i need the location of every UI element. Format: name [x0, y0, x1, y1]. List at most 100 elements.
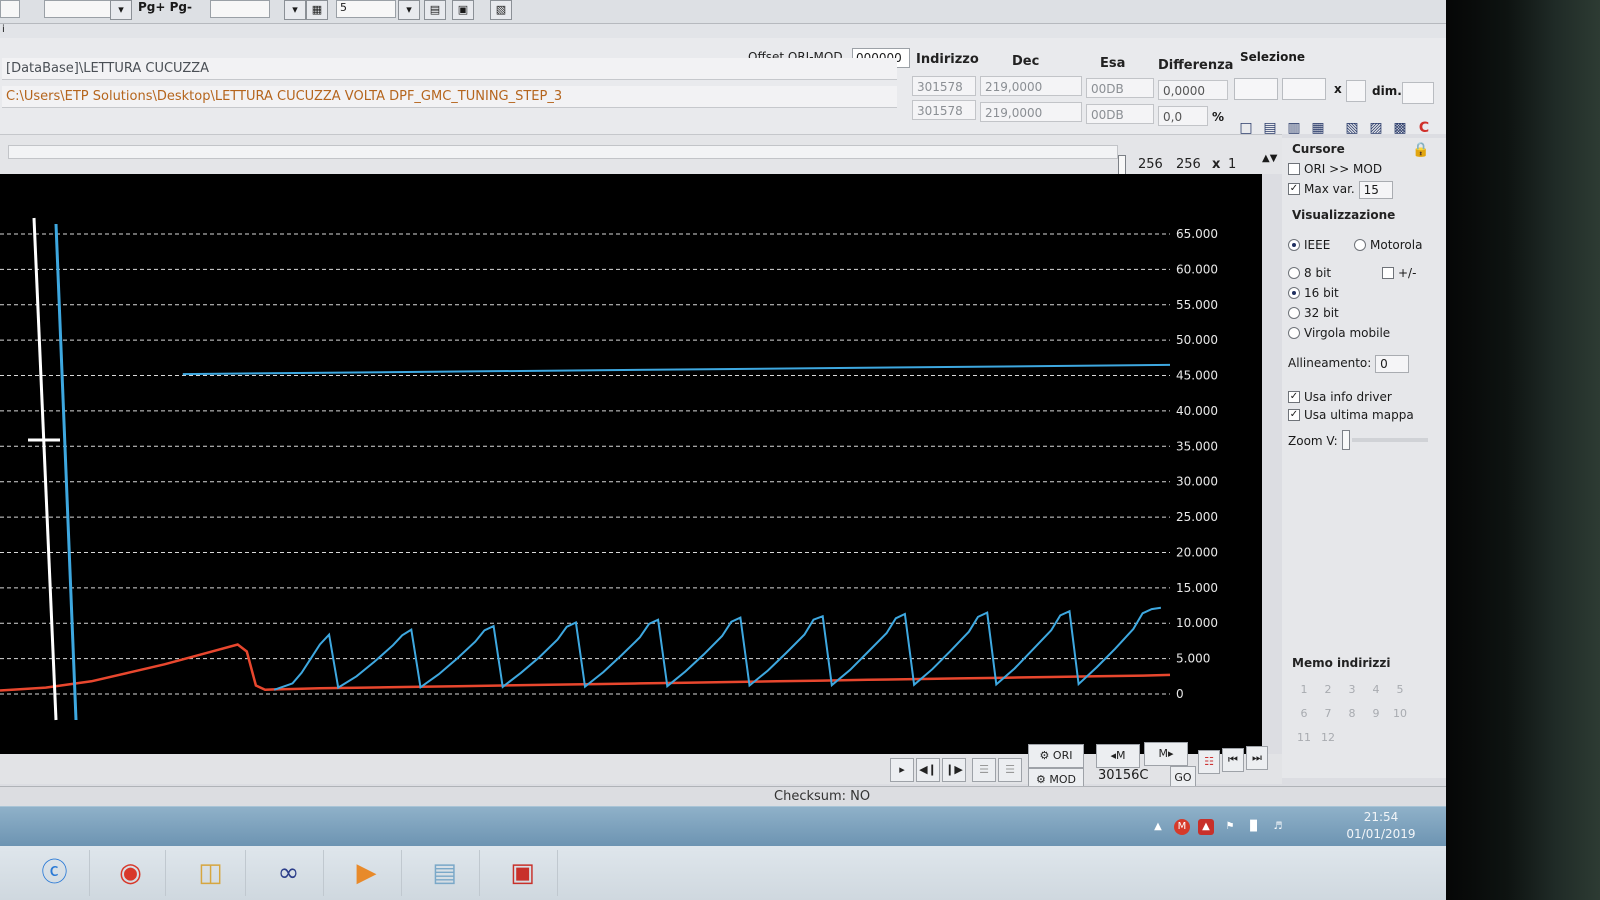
horizontal-scroll-track[interactable]: [8, 145, 1118, 159]
address-column-header: Indirizzo: [916, 52, 979, 67]
32bit-radio[interactable]: 32 bit: [1288, 304, 1339, 322]
use-driver-checkbox[interactable]: ✓ Usa info driver: [1288, 388, 1392, 406]
32bit-label: 32 bit: [1304, 306, 1339, 320]
ori-button[interactable]: ⚙ ORI: [1028, 744, 1084, 768]
reload-icon[interactable]: C: [1414, 118, 1434, 138]
cursor-line-blue[interactable]: [54, 223, 78, 721]
memo-slot-2[interactable]: 2: [1316, 678, 1340, 702]
app-tray-icon[interactable]: ▲: [1198, 819, 1214, 835]
zoom-v-label: Zoom V:: [1288, 434, 1338, 448]
align-right-icon[interactable]: ▥: [1284, 118, 1304, 138]
bottom-controls: ▸ ◀❙ ❙▶ ☰ ☰ ⚙ ORI ⚙ MOD ◂M M▸ 30156C GO …: [0, 742, 1282, 790]
max-var-row[interactable]: ✓ Max var. 15: [1288, 180, 1393, 199]
volume-icon[interactable]: ♬: [1270, 819, 1286, 835]
selection-start-field[interactable]: [1234, 78, 1278, 100]
text-icon[interactable]: ▧: [490, 0, 512, 20]
sign-checkbox[interactable]: +/-: [1382, 264, 1416, 282]
ori-mod-checkbox[interactable]: ORI >> MOD: [1288, 160, 1382, 178]
next-map-button[interactable]: M▸: [1144, 742, 1188, 766]
map-line-chart[interactable]: 0 5.000 10.000 15.000 20.000 25.000 30.000 35.0…: [0, 174, 1262, 754]
align-bottom-icon[interactable]: ▦: [1308, 118, 1328, 138]
hex-icon[interactable]: ▣: [452, 0, 474, 20]
list-icon[interactable]: ☰: [972, 758, 996, 782]
address-display[interactable]: 30156C: [1098, 768, 1148, 783]
export-icon[interactable]: ▩: [1390, 118, 1410, 138]
y-tick-label: 25.000: [1176, 510, 1218, 524]
scroll-thumb[interactable]: [1118, 155, 1126, 175]
8bit-radio[interactable]: 8 bit: [1288, 264, 1331, 282]
alignment-row: Allineamento: 0: [1288, 354, 1410, 373]
memo-slot-5[interactable]: 5: [1388, 678, 1412, 702]
memo-slot-11[interactable]: 11: [1292, 726, 1316, 750]
zoom-v-slider[interactable]: [1342, 430, 1350, 450]
alignment-label: Allineamento:: [1288, 356, 1372, 370]
memo-slot-4[interactable]: 4: [1364, 678, 1388, 702]
step-back-icon[interactable]: ◀❙: [916, 758, 940, 782]
float-label: Virgola mobile: [1304, 326, 1391, 340]
ieee-radio[interactable]: IEEE: [1288, 236, 1330, 254]
zoom-v-track[interactable]: [1352, 438, 1428, 442]
selection-title: Selezione: [1240, 50, 1306, 64]
y-tick-label: 15.000: [1176, 581, 1218, 595]
play-icon[interactable]: ▸: [890, 758, 914, 782]
address-cell-mod: 301578: [912, 100, 976, 120]
map-icon[interactable]: ▤: [424, 0, 446, 20]
memo-slot-1[interactable]: 1: [1292, 678, 1316, 702]
memo-slot-6[interactable]: 6: [1292, 702, 1316, 726]
use-last-map-label: Usa ultima mappa: [1304, 408, 1414, 422]
alignment-field[interactable]: 0: [1375, 354, 1410, 373]
motorola-radio[interactable]: Motorola: [1354, 236, 1422, 254]
toolbar-field-left[interactable]: [0, 0, 20, 18]
internet-explorer-icon[interactable]: ⓒ: [20, 850, 90, 896]
dim-field[interactable]: [1402, 82, 1434, 104]
memo-slot-7[interactable]: 7: [1316, 702, 1340, 726]
ieee-label: IEEE: [1304, 238, 1331, 252]
spin-updown-icon[interactable]: ▲▼: [1262, 153, 1277, 164]
dec-cell-ori: 219,0000: [980, 76, 1082, 96]
cursor-line-white[interactable]: [32, 217, 58, 721]
step-forward-icon[interactable]: ❙▶: [942, 758, 966, 782]
list-alt-icon[interactable]: ☰: [998, 758, 1022, 782]
flag-icon[interactable]: ⚑: [1222, 819, 1238, 835]
last-page-icon[interactable]: ⏭: [1246, 746, 1268, 770]
first-page-icon[interactable]: ⏮: [1222, 748, 1244, 772]
16bit-radio[interactable]: 16 bit: [1288, 284, 1339, 302]
paste-icon[interactable]: ▨: [1366, 118, 1386, 138]
copy-icon[interactable]: ▧: [1342, 118, 1362, 138]
y-tick-label: 55.000: [1176, 298, 1218, 312]
table-icon[interactable]: ☷: [1198, 750, 1220, 774]
page-icon[interactable]: ▦: [306, 0, 328, 20]
y-tick-label: 60.000: [1176, 262, 1218, 276]
media-player-icon[interactable]: ▶: [332, 850, 402, 896]
zoom-v-row: Zoom V:: [1288, 432, 1338, 450]
toolbar-field-main[interactable]: [44, 0, 114, 18]
memo-slot-9[interactable]: 9: [1364, 702, 1388, 726]
antivirus-icon[interactable]: M: [1174, 819, 1190, 835]
chevron-down-icon[interactable]: ▾: [284, 0, 306, 20]
prev-map-button[interactable]: ◂M: [1096, 744, 1140, 768]
memo-slot-3[interactable]: 3: [1340, 678, 1364, 702]
chevron-down-icon[interactable]: ▾: [398, 0, 420, 20]
clock[interactable]: 21:54 01/01/2019: [1346, 809, 1416, 843]
ecu-tool-icon[interactable]: ▣: [488, 850, 558, 896]
use-last-map-checkbox[interactable]: ✓ Usa ultima mappa: [1288, 406, 1414, 424]
float-radio[interactable]: Virgola mobile: [1288, 324, 1390, 342]
lock-icon[interactable]: 🔒: [1412, 142, 1429, 158]
signal-icon[interactable]: ▉: [1246, 819, 1262, 835]
pages-field[interactable]: [210, 0, 270, 18]
mod-label: MOD: [1049, 773, 1076, 786]
selection-end-field[interactable]: [1282, 78, 1326, 100]
memo-slot-8[interactable]: 8: [1340, 702, 1364, 726]
view-height: 256: [1176, 157, 1201, 172]
max-var-field[interactable]: 15: [1358, 180, 1393, 199]
infinity-app-icon[interactable]: ∞: [254, 850, 324, 896]
memo-slot-10[interactable]: 10: [1388, 702, 1412, 726]
memo-slot-12[interactable]: 12: [1316, 726, 1340, 750]
chevron-down-icon[interactable]: ▾: [110, 0, 132, 20]
selection-size-field[interactable]: [1346, 80, 1366, 102]
page-number-field[interactable]: 5: [336, 0, 396, 18]
window-app-icon[interactable]: ▤: [410, 850, 480, 896]
chrome-icon[interactable]: ◉: [96, 850, 166, 896]
folder-icon[interactable]: ◫: [176, 850, 246, 896]
tray-arrow-icon[interactable]: ▲: [1150, 819, 1166, 835]
